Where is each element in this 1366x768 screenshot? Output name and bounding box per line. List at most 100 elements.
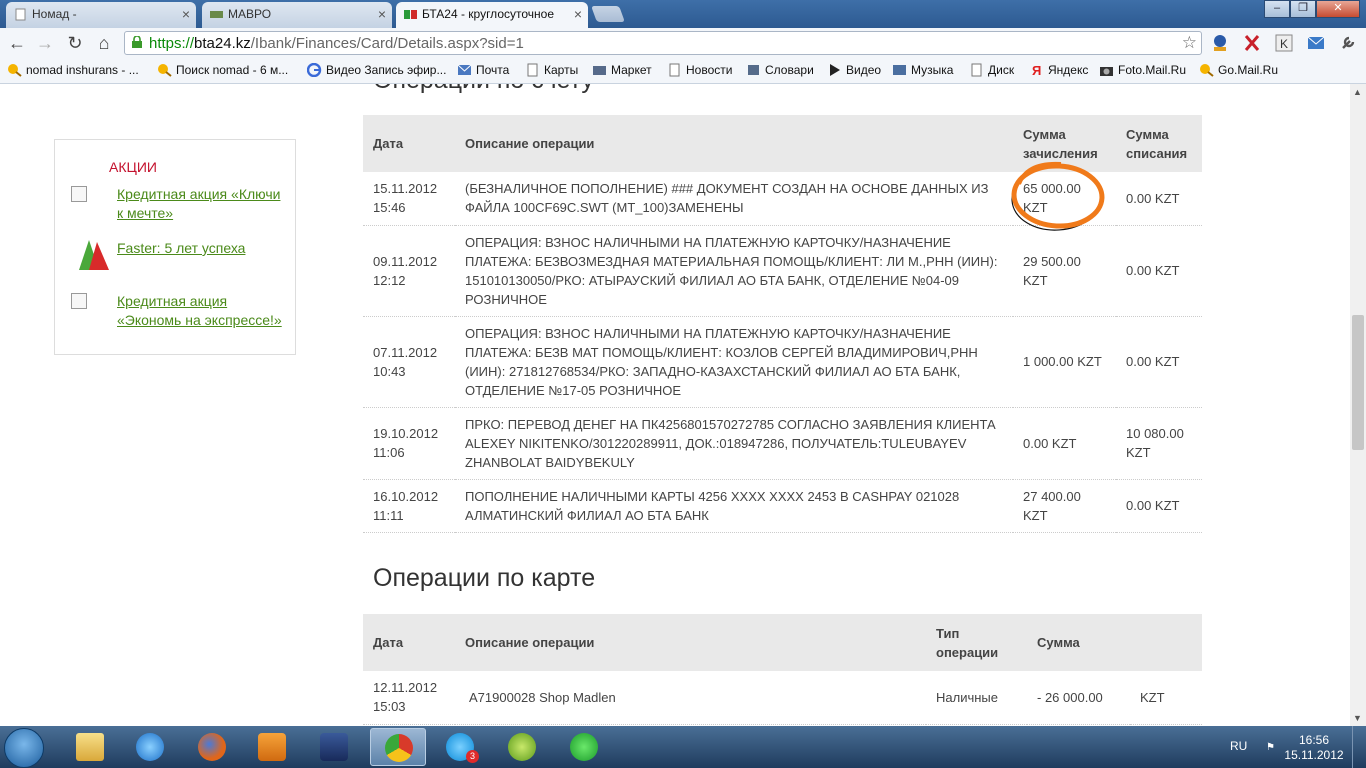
clock-date: 15.11.2012 bbox=[1284, 748, 1344, 762]
bookmark-label: Карты bbox=[544, 63, 579, 77]
party-hat-icon bbox=[79, 240, 109, 270]
taskbar-app2[interactable] bbox=[494, 728, 550, 766]
bookmark-item[interactable]: Карты bbox=[524, 62, 578, 80]
tab-mavro[interactable]: МАВРО × bbox=[202, 2, 392, 28]
page-icon bbox=[971, 63, 982, 77]
col-date: Дата bbox=[363, 115, 455, 172]
book-icon bbox=[748, 65, 759, 75]
mail-extension-icon[interactable] bbox=[1306, 33, 1326, 53]
table-header-row: Дата Описание операции Сумма зачисления … bbox=[363, 115, 1202, 172]
minimize-button[interactable]: – bbox=[1264, 0, 1290, 18]
bookmark-item[interactable]: Новости bbox=[666, 62, 732, 80]
bookmark-item[interactable]: Словари bbox=[745, 62, 814, 80]
taskbar-chrome[interactable] bbox=[370, 728, 426, 766]
promo-box: АКЦИИ Кредитная акция «Ключи к мечте» Fa… bbox=[54, 139, 296, 355]
clock-time: 16:56 bbox=[1298, 733, 1330, 747]
taskbar-app[interactable] bbox=[306, 728, 362, 766]
reload-icon[interactable]: ↻ bbox=[64, 32, 86, 54]
taskbar-ie[interactable] bbox=[122, 728, 178, 766]
tab-title: МАВРО bbox=[228, 7, 272, 21]
row-debit: 0.00 KZT bbox=[1116, 479, 1202, 533]
taskbar-skype[interactable]: 3 bbox=[432, 728, 488, 766]
col-date: Дата bbox=[363, 614, 455, 671]
row-amount: - 26 000.00 bbox=[1027, 671, 1130, 725]
extension-icon[interactable] bbox=[1210, 33, 1230, 53]
bookmark-label: Маркет bbox=[611, 63, 652, 77]
bookmark-item[interactable]: Я Яндекс bbox=[1028, 62, 1088, 80]
svg-text:K: K bbox=[1280, 37, 1288, 51]
tab-bar: Номад - × МАВРО × БТА24 - круглосуточное… bbox=[0, 0, 1366, 28]
promo-link-express[interactable]: Кредитная акция «Экономь на экспрессе!» bbox=[117, 292, 287, 330]
input-language[interactable]: RU bbox=[1230, 739, 1247, 753]
row-description: A71900028 Shop Madlen bbox=[455, 671, 926, 725]
bookmark-item[interactable]: Видео Запись эфир... bbox=[306, 62, 446, 80]
media-player-icon bbox=[258, 733, 286, 761]
close-tab-icon[interactable]: × bbox=[182, 2, 190, 26]
bookmark-star-icon[interactable]: ☆ bbox=[1182, 33, 1197, 53]
bookmark-label: Foto.Mail.Ru bbox=[1118, 63, 1187, 77]
bookmark-label: Диск bbox=[988, 63, 1015, 77]
planet-icon bbox=[508, 733, 536, 761]
row-credit: 65 000.00 KZT bbox=[1013, 172, 1116, 226]
bookmark-label: Новости bbox=[686, 63, 733, 77]
maximize-button[interactable]: ❐ bbox=[1290, 0, 1316, 18]
row-description: (БЕЗНАЛИЧНОЕ ПОПОЛНЕНИЕ) ### ДОКУМЕНТ СО… bbox=[455, 172, 1013, 226]
new-tab-button[interactable] bbox=[591, 6, 625, 22]
mail-icon bbox=[457, 64, 472, 75]
tab-bta24[interactable]: БТА24 - круглосуточное × bbox=[396, 2, 588, 28]
bookmark-item[interactable]: Foto.Mail.Ru bbox=[1098, 62, 1186, 80]
bookmark-item[interactable]: Поиск nomad - 6 м... bbox=[156, 62, 288, 80]
table-header-row: Дата Описание операции Тип операции Сумм… bbox=[363, 614, 1202, 671]
col-description: Описание операции bbox=[455, 614, 926, 671]
taskbar-media[interactable] bbox=[244, 728, 300, 766]
tab-nomad[interactable]: Номад - × bbox=[6, 2, 196, 28]
close-tab-icon[interactable]: × bbox=[574, 2, 582, 26]
taskbar-icq[interactable] bbox=[556, 728, 612, 766]
row-description: ОПЕРАЦИЯ: ВЗНОС НАЛИЧНЫМИ НА ПЛАТЕЖНУЮ К… bbox=[455, 225, 1013, 317]
taskbar: 3 RU ⚑ 16:56 15.11.2012 bbox=[0, 726, 1366, 768]
home-icon[interactable]: ⌂ bbox=[93, 32, 115, 54]
address-bar[interactable]: https://bta24.kz/Ibank/Finances/Card/Det… bbox=[124, 31, 1202, 55]
bookmark-label: nomad inshurans - ... bbox=[26, 63, 139, 77]
close-tab-icon[interactable]: × bbox=[378, 2, 386, 26]
scroll-thumb[interactable] bbox=[1352, 315, 1364, 450]
back-icon[interactable]: ← bbox=[6, 32, 28, 54]
col-type: Тип операции bbox=[926, 614, 1027, 671]
bookmark-item[interactable]: Go.Mail.Ru bbox=[1198, 62, 1278, 80]
skype-badge: 3 bbox=[466, 750, 479, 763]
tray-flag-icon[interactable]: ⚑ bbox=[1266, 742, 1275, 753]
forward-icon[interactable]: → bbox=[34, 32, 56, 54]
bookmark-item[interactable]: Диск bbox=[968, 62, 1014, 80]
taskbar-firefox[interactable] bbox=[184, 728, 240, 766]
chrome-icon bbox=[385, 734, 413, 762]
menu-wrench-icon[interactable] bbox=[1338, 33, 1358, 53]
page-scrollbar[interactable]: ▲ ▼ bbox=[1350, 84, 1366, 726]
k-extension-icon[interactable]: K bbox=[1274, 33, 1294, 53]
folder-icon bbox=[76, 733, 104, 761]
bookmark-item[interactable]: Видео bbox=[826, 62, 881, 80]
kaspersky-icon[interactable] bbox=[1242, 33, 1262, 53]
promo-link-keys[interactable]: Кредитная акция «Ключи к мечте» bbox=[117, 185, 287, 223]
bookmark-item[interactable]: Почта bbox=[456, 62, 509, 80]
row-date: 15.11.2012 15:46 bbox=[363, 172, 455, 226]
bookmark-item[interactable]: Маркет bbox=[591, 62, 652, 80]
bookmark-item[interactable]: Музыка bbox=[891, 62, 953, 80]
tab-title: БТА24 - круглосуточное bbox=[422, 7, 554, 21]
bookmark-item[interactable]: nomad inshurans - ... bbox=[6, 62, 139, 80]
scroll-down-icon[interactable]: ▼ bbox=[1353, 713, 1362, 723]
account-ops-table: Дата Описание операции Сумма зачисления … bbox=[363, 115, 1202, 533]
show-desktop-button[interactable] bbox=[1352, 726, 1366, 768]
row-description: ОПЕРАЦИЯ: ВЗНОС НАЛИЧНЫМИ НА ПЛАТЕЖНУЮ К… bbox=[455, 316, 1013, 408]
scroll-up-icon[interactable]: ▲ bbox=[1353, 87, 1362, 97]
window-controls: – ❐ ✕ bbox=[1264, 0, 1360, 18]
row-credit: 29 500.00 KZT bbox=[1013, 225, 1116, 317]
row-currency: KZT bbox=[1130, 671, 1202, 725]
clock[interactable]: 16:56 15.11.2012 bbox=[1284, 733, 1344, 763]
table-row: 07.11.2012 10:43 ОПЕРАЦИЯ: ВЗНОС НАЛИЧНЫ… bbox=[363, 316, 1202, 408]
card-ops-table: Дата Описание операции Тип операции Сумм… bbox=[363, 614, 1202, 725]
close-window-button[interactable]: ✕ bbox=[1316, 0, 1360, 18]
promo-link-faster[interactable]: Faster: 5 лет успеха bbox=[117, 239, 287, 258]
taskbar-explorer[interactable] bbox=[62, 728, 118, 766]
col-amount: Сумма bbox=[1027, 614, 1130, 671]
start-button[interactable] bbox=[4, 728, 44, 768]
